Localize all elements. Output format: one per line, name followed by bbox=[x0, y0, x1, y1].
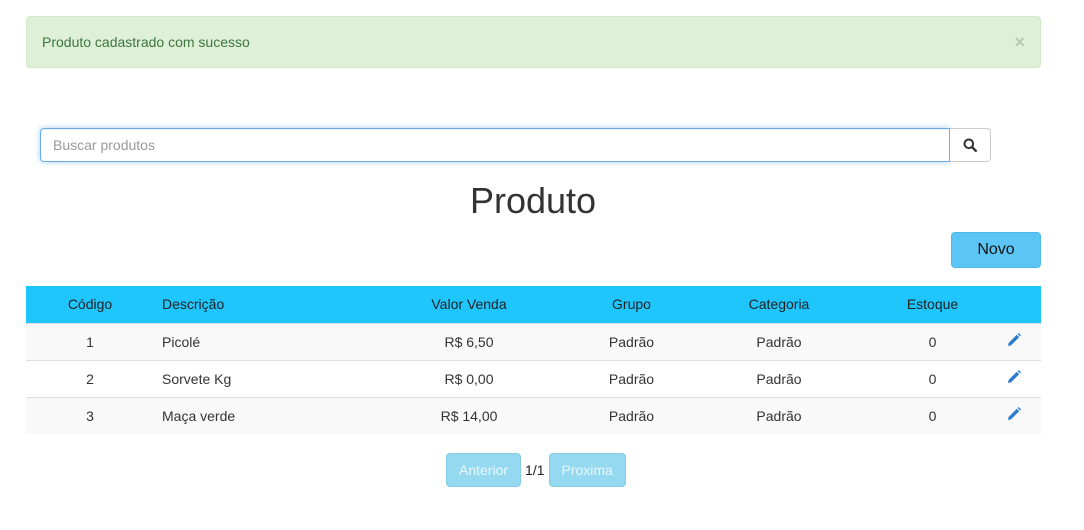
cell-grupo: Padrão bbox=[608, 333, 655, 350]
next-page-button[interactable]: Proxima bbox=[548, 453, 626, 487]
cell-descricao: Picolé bbox=[162, 333, 201, 350]
column-header-codigo[interactable]: Código bbox=[26, 286, 154, 323]
cell-estoque: 0 bbox=[928, 370, 937, 387]
cell-actions bbox=[986, 397, 1041, 434]
table-row: 3 Maça verde R$ 14,00 Padrão Padrão 0 bbox=[26, 397, 1041, 434]
table-row: 2 Sorvete Kg R$ 0,00 Padrão Padrão 0 bbox=[26, 360, 1041, 397]
cell-grupo: Padrão bbox=[608, 370, 655, 387]
cell-valor-venda: R$ 14,00 bbox=[440, 407, 498, 424]
page-indicator: 1/1 bbox=[525, 462, 545, 478]
search-bar bbox=[40, 128, 991, 162]
pencil-icon[interactable] bbox=[1006, 369, 1022, 388]
cell-categoria: Padrão bbox=[756, 407, 802, 424]
table-header-row: Código Descrição Valor Venda Grupo Categ… bbox=[26, 286, 1041, 323]
page-title: Produto bbox=[469, 180, 597, 221]
cell-codigo: 1 bbox=[86, 333, 94, 350]
products-table: Código Descrição Valor Venda Grupo Categ… bbox=[26, 286, 1041, 434]
column-header-grupo[interactable]: Grupo bbox=[584, 286, 679, 323]
cell-valor-venda: R$ 6,50 bbox=[444, 333, 494, 350]
column-header-descricao[interactable]: Descrição bbox=[154, 286, 354, 323]
cell-codigo: 2 bbox=[86, 370, 94, 387]
cell-grupo: Padrão bbox=[608, 407, 655, 424]
cell-estoque: 0 bbox=[928, 407, 937, 424]
close-icon[interactable]: × bbox=[1014, 33, 1025, 51]
search-icon bbox=[963, 138, 977, 152]
column-header-actions bbox=[986, 286, 1041, 323]
pagination: Anterior 1/1 Proxima bbox=[446, 453, 626, 487]
cell-descricao: Maça verde bbox=[162, 407, 236, 424]
search-input[interactable] bbox=[40, 128, 950, 162]
search-button[interactable] bbox=[950, 128, 991, 162]
column-header-valor-venda[interactable]: Valor Venda bbox=[354, 286, 584, 323]
success-alert: Produto cadastrado com sucesso × bbox=[26, 16, 1041, 68]
pencil-icon[interactable] bbox=[1006, 406, 1022, 425]
cell-descricao: Sorvete Kg bbox=[162, 370, 232, 387]
pencil-icon[interactable] bbox=[1006, 332, 1022, 351]
cell-codigo: 3 bbox=[86, 407, 94, 424]
alert-message: Produto cadastrado com sucesso bbox=[42, 34, 250, 50]
table-row: 1 Picolé R$ 6,50 Padrão Padrão 0 bbox=[26, 323, 1041, 360]
cell-valor-venda: R$ 0,00 bbox=[444, 370, 494, 387]
cell-actions bbox=[986, 323, 1041, 360]
previous-page-button[interactable]: Anterior bbox=[446, 453, 522, 487]
cell-categoria: Padrão bbox=[756, 333, 802, 350]
column-header-estoque[interactable]: Estoque bbox=[879, 286, 986, 323]
cell-actions bbox=[986, 360, 1041, 397]
cell-estoque: 0 bbox=[928, 333, 937, 350]
new-product-button[interactable]: Novo bbox=[951, 232, 1041, 268]
column-header-categoria[interactable]: Categoria bbox=[679, 286, 879, 323]
cell-categoria: Padrão bbox=[756, 370, 802, 387]
